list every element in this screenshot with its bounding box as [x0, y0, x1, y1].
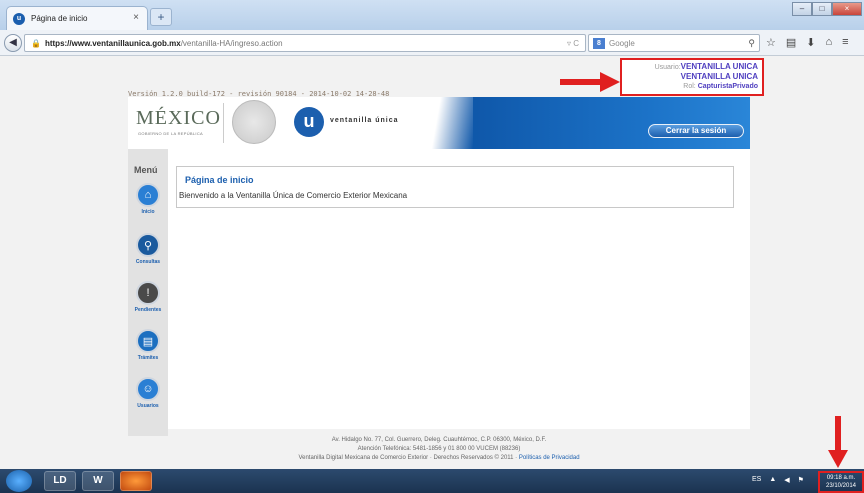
taskbar-app-word[interactable]: W [82, 471, 114, 491]
sidebar-item-inicio[interactable]: ⌂ Inicio [128, 183, 168, 215]
welcome-text: Bienvenido a la Ventanilla Única de Come… [179, 191, 408, 200]
flag-icon[interactable]: ⚑ [798, 476, 804, 484]
windows-taskbar: LD W ES ▲ ◀ ⚑ 09:18 a.m. 23/10/2014 [0, 469, 864, 493]
web-page: Versión 1.2.0 build-172 - revisión 90184… [0, 56, 864, 469]
volume-icon[interactable]: ◀ [784, 476, 789, 484]
logo-divider [223, 103, 224, 143]
user-name-2: VENTANILLA UNICA [680, 72, 758, 81]
browser-tab[interactable]: u Página de inicio × [6, 6, 148, 30]
bookmark-star-icon[interactable]: ☆ [766, 36, 776, 49]
url-bar[interactable]: 🔒 https://www.ventanillaunica.gob.mx /ve… [24, 34, 586, 52]
reload-icon[interactable]: ▿ C [567, 39, 579, 48]
start-button[interactable] [6, 470, 32, 492]
home-icon[interactable]: ⌂ [826, 36, 833, 49]
lock-icon: 🔒 [31, 38, 41, 48]
system-tray: ES ▲ ◀ ⚑ [752, 476, 804, 484]
user-info-box: Usuario:VENTANILLA UNICA VENTANILLA UNIC… [620, 58, 764, 96]
bookmarks-list-icon[interactable]: ▤ [786, 36, 796, 49]
user-name: VENTANILLA UNICA [680, 62, 758, 71]
taskbar-app-ld[interactable]: LD [44, 471, 76, 491]
search-icon[interactable]: ⚲ [748, 38, 755, 49]
mexico-subtitle: GOBIERNO DE LA REPÚBLICA [138, 131, 203, 136]
browser-navbar: ◀ 🔒 https://www.ventanillaunica.gob.mx /… [0, 30, 864, 56]
header-banner: MÉXICO GOBIERNO DE LA REPÚBLICA u ventan… [128, 97, 750, 149]
privacy-link[interactable]: Políticas de Privacidad [519, 455, 580, 461]
browser-titlebar: u Página de inicio × + – □ × [0, 0, 864, 30]
sidebar-item-label: Consultas [135, 259, 161, 265]
sidebar-item-label: Usuarios [137, 403, 159, 409]
tray-expand-icon[interactable]: ▲ [769, 476, 776, 484]
menu-title: Menú [134, 165, 158, 175]
footer-phone: Atención Telefónica: 5481-1856 y 01 800 … [357, 446, 521, 452]
url-host: https://www.ventanillaunica.gob.mx [44, 38, 181, 48]
rol-value: CapturistaPrivado [697, 83, 758, 90]
firefox-icon[interactable] [120, 471, 152, 491]
mexico-logo: MÉXICO [136, 107, 221, 129]
rol-label: Rol: [683, 83, 696, 90]
footer-rights: Ventanilla Digital Mexicana de Comercio … [298, 455, 518, 461]
users-icon: ☺ [136, 377, 160, 401]
sidebar-item-label: Inicio [141, 209, 155, 215]
sidebar-item-pendientes[interactable]: ! Pendientes [128, 281, 168, 313]
national-seal-icon [232, 100, 276, 144]
footer-address: Av. Hidalgo No. 77, Col. Guerrero, Deleg… [331, 437, 547, 443]
red-arrow-icon [560, 72, 620, 92]
page-footer: Av. Hidalgo No. 77, Col. Guerrero, Deleg… [128, 436, 750, 463]
maximize-button[interactable]: □ [812, 2, 832, 16]
banner-swoosh [413, 97, 473, 149]
magnifier-icon: ⚲ [136, 233, 160, 257]
sidebar-menu: Menú ⌂ Inicio ⚲ Consultas ! Pendientes ▤… [128, 149, 168, 436]
clock-time: 09:18 a.m. [826, 475, 856, 481]
ventanilla-logo-icon: u [294, 107, 324, 137]
red-arrow-down-icon [828, 416, 848, 468]
page-wrapper: Versión 1.2.0 build-172 - revisión 90184… [128, 56, 764, 469]
language-indicator[interactable]: ES [752, 476, 761, 484]
downloads-icon[interactable]: ⬇ [806, 36, 815, 49]
sidebar-item-consultas[interactable]: ⚲ Consultas [128, 233, 168, 265]
back-arrow-icon[interactable]: ◀ [4, 34, 22, 52]
clock-date: 23/10/2014 [825, 483, 857, 489]
minimize-button[interactable]: – [792, 2, 812, 16]
ventanilla-favicon-icon: u [13, 12, 25, 25]
tab-title: Página de inicio [31, 14, 88, 23]
user-label: Usuario: [654, 64, 681, 71]
welcome-panel: Página de inicio Bienvenido a la Ventani… [176, 166, 734, 208]
home-icon: ⌂ [136, 183, 160, 207]
sidebar-item-label: Trámites [137, 355, 159, 361]
window-controls: – □ × [792, 2, 862, 16]
alert-icon: ! [136, 281, 160, 305]
sidebar-item-label: Pendientes [134, 307, 162, 313]
menu-icon[interactable]: ≡ [842, 36, 848, 49]
logout-button[interactable]: Cerrar la sesión [648, 124, 744, 138]
tab-close-icon[interactable]: × [133, 12, 139, 23]
search-placeholder: Google [609, 38, 635, 48]
document-icon: ▤ [136, 329, 160, 353]
url-path: /ventanilla-HA/ingreso.action [180, 38, 283, 48]
sidebar-item-tramites[interactable]: ▤ Trámites [128, 329, 168, 361]
ventanilla-logo-text: ventanilla única [330, 117, 399, 124]
google-icon[interactable]: 8 [593, 37, 605, 49]
toolbar-icons: ☆ ▤ ⬇ ⌂ ≡ [766, 36, 849, 49]
new-tab-button[interactable]: + [150, 8, 172, 26]
search-bar[interactable]: 8 Google ⚲ [588, 34, 760, 52]
panel-title: Página de inicio [185, 175, 254, 185]
taskbar-clock[interactable]: 09:18 a.m. 23/10/2014 [818, 471, 864, 493]
close-window-button[interactable]: × [832, 2, 862, 16]
sidebar-item-usuarios[interactable]: ☺ Usuarios [128, 377, 168, 409]
